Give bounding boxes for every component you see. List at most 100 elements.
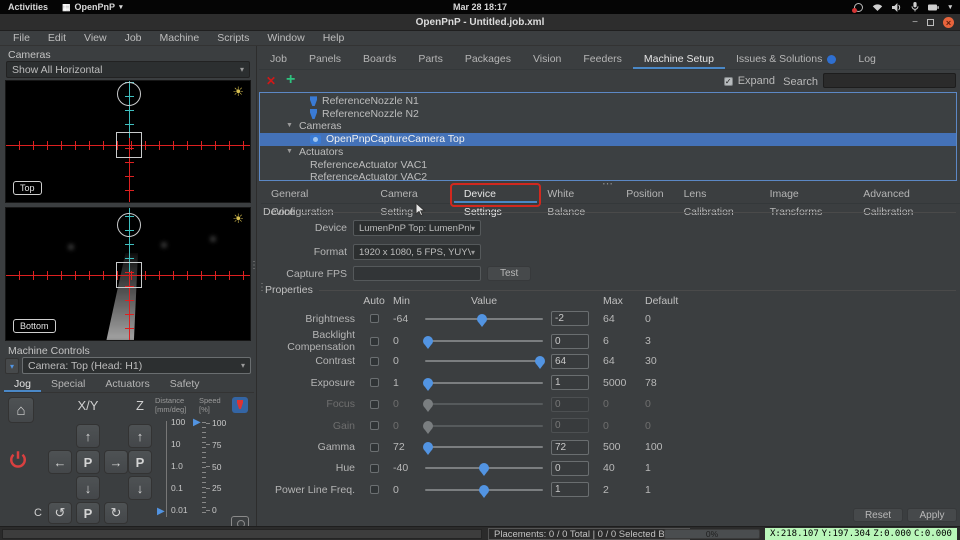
maximize-button[interactable]: [927, 19, 934, 26]
tab-special[interactable]: Special: [41, 377, 95, 392]
auto-checkbox[interactable]: [369, 356, 379, 366]
speed-tick[interactable]: 50: [206, 462, 226, 472]
speed-tick[interactable]: 25: [206, 483, 226, 493]
brightness-icon[interactable]: ☀: [232, 84, 244, 100]
home-button[interactable]: ⌂: [8, 397, 34, 423]
tree-item-referenceactuator-vac1[interactable]: ReferenceActuator VAC1: [260, 158, 956, 171]
value-input[interactable]: [551, 482, 589, 498]
jog-z-minus-button[interactable]: ↓: [128, 476, 152, 500]
value-input[interactable]: [551, 439, 589, 455]
delete-button[interactable]: ✕: [266, 74, 276, 88]
slider-thumb[interactable]: [535, 356, 545, 370]
position-xy-button[interactable]: P: [76, 450, 100, 474]
tab-feeders[interactable]: Feeders: [572, 50, 633, 69]
auto-checkbox[interactable]: [369, 442, 379, 452]
tab-image-transforms[interactable]: Image Transforms: [760, 185, 854, 218]
capture-fps-input[interactable]: [353, 266, 481, 281]
camera-view-select[interactable]: Show All Horizontal ▾: [6, 61, 250, 78]
menu-edit[interactable]: Edit: [39, 32, 75, 44]
tab-issues-solutions[interactable]: Issues & Solutions: [725, 50, 847, 69]
value-input[interactable]: [551, 375, 589, 391]
tab-vision[interactable]: Vision: [522, 50, 572, 69]
search-input[interactable]: [823, 73, 956, 88]
expand-checkbox[interactable]: ✓: [723, 76, 733, 86]
format-select[interactable]: 1920 x 1080, 5 FPS, YUYV ▾: [353, 244, 481, 260]
tab-boards[interactable]: Boards: [352, 50, 407, 69]
auto-checkbox[interactable]: [369, 485, 379, 495]
head-quick-select-button[interactable]: ▾: [5, 358, 19, 374]
speed-tick[interactable]: 0: [206, 505, 226, 515]
close-button[interactable]: ×: [943, 17, 954, 28]
tab-panels[interactable]: Panels: [298, 50, 352, 69]
reset-button[interactable]: Reset: [853, 508, 903, 522]
distance-tick[interactable]: 0.1: [171, 483, 188, 493]
slider-thumb[interactable]: [423, 442, 433, 456]
tab-general-configuration[interactable]: General Configuration: [261, 185, 370, 218]
position-c-button[interactable]: P: [76, 502, 100, 524]
camera-view-bottom[interactable]: ☀ Bottom: [5, 207, 251, 341]
menu-window[interactable]: Window: [258, 32, 313, 44]
tab-packages[interactable]: Packages: [454, 50, 522, 69]
head-mountable-select[interactable]: Camera: Top (Head: H1) ▾: [22, 357, 251, 374]
value-input[interactable]: [551, 396, 589, 412]
slider-thumb[interactable]: [423, 420, 433, 434]
tree-item-referencenozzle-n1[interactable]: ReferenceNozzle N1: [260, 95, 956, 108]
jog-z-plus-button[interactable]: ↑: [128, 424, 152, 448]
tree-item-openpnpcapturecamera-top[interactable]: OpenPnpCaptureCamera Top: [260, 133, 956, 146]
add-button[interactable]: +: [286, 71, 295, 89]
expander-icon[interactable]: ▼: [286, 120, 293, 133]
auto-checkbox[interactable]: [369, 314, 379, 324]
tab-actuators[interactable]: Actuators: [95, 377, 159, 392]
speed-slider-thumb[interactable]: ▶: [193, 418, 201, 428]
auto-checkbox[interactable]: [369, 421, 379, 431]
menu-machine[interactable]: Machine: [151, 32, 209, 44]
menu-help[interactable]: Help: [314, 32, 354, 44]
distance-tick[interactable]: 10: [171, 439, 188, 449]
auto-checkbox[interactable]: [369, 378, 379, 388]
auto-checkbox[interactable]: [369, 463, 379, 473]
menu-job[interactable]: Job: [116, 32, 151, 44]
minimize-button[interactable]: −: [912, 17, 918, 28]
brightness-icon[interactable]: ☀: [232, 211, 244, 227]
tab-jog[interactable]: Jog: [4, 377, 41, 392]
speed-tick[interactable]: 75: [206, 440, 226, 450]
tab-camera-setting[interactable]: Camera Setting: [370, 185, 453, 218]
title-bar[interactable]: OpenPnP - Untitled.job.xml − ×: [0, 14, 960, 31]
menu-view[interactable]: View: [75, 32, 116, 44]
tab-job[interactable]: Job: [259, 50, 298, 69]
jog-y-plus-button[interactable]: ↑: [76, 424, 100, 448]
jog-x-minus-button[interactable]: ←: [48, 450, 72, 474]
distance-slider-thumb[interactable]: ▶: [157, 507, 165, 517]
tab-lens-calibration[interactable]: Lens Calibration: [674, 185, 760, 218]
position-z-button[interactable]: P: [128, 450, 152, 474]
menu-scripts[interactable]: Scripts: [208, 32, 258, 44]
tab-advanced-calibration[interactable]: Advanced Calibration: [853, 185, 960, 218]
distance-tick[interactable]: 100: [171, 417, 188, 427]
slider-thumb[interactable]: [479, 463, 489, 477]
value-input[interactable]: [551, 311, 589, 327]
slider-thumb[interactable]: [477, 313, 488, 327]
menu-file[interactable]: File: [4, 32, 39, 44]
slider-thumb[interactable]: [479, 484, 489, 498]
tree-item-referencenozzle-n2[interactable]: ReferenceNozzle N2: [260, 108, 956, 121]
device-select[interactable]: LumenPnP Top: LumenPnP Top ▾: [353, 220, 481, 236]
tab-safety[interactable]: Safety: [160, 377, 210, 392]
power-button[interactable]: [8, 450, 28, 470]
tree-item-actuators[interactable]: ▼ Actuators: [260, 146, 956, 159]
jog-y-minus-button[interactable]: ↓: [76, 476, 100, 500]
tab-white-balance[interactable]: White Balance: [537, 185, 616, 218]
distance-tick[interactable]: 1.0: [171, 461, 188, 471]
position-tool-icon-button[interactable]: [232, 397, 248, 413]
auto-checkbox[interactable]: [369, 399, 379, 409]
camera-view-top[interactable]: ☀ Top: [5, 80, 251, 203]
expander-icon[interactable]: ▼: [286, 146, 293, 159]
app-menu-button[interactable]: ▦ OpenPnP ▾: [62, 2, 123, 13]
system-tray[interactable]: ▾: [852, 2, 960, 13]
distance-tick[interactable]: 0.01: [171, 505, 188, 515]
slider-thumb[interactable]: [423, 336, 433, 350]
value-input[interactable]: [551, 418, 589, 434]
value-input[interactable]: [551, 333, 589, 349]
tree-item-cameras[interactable]: ▼ Cameras: [260, 120, 956, 133]
value-input[interactable]: [551, 460, 589, 476]
activities-button[interactable]: Activities: [8, 2, 48, 12]
